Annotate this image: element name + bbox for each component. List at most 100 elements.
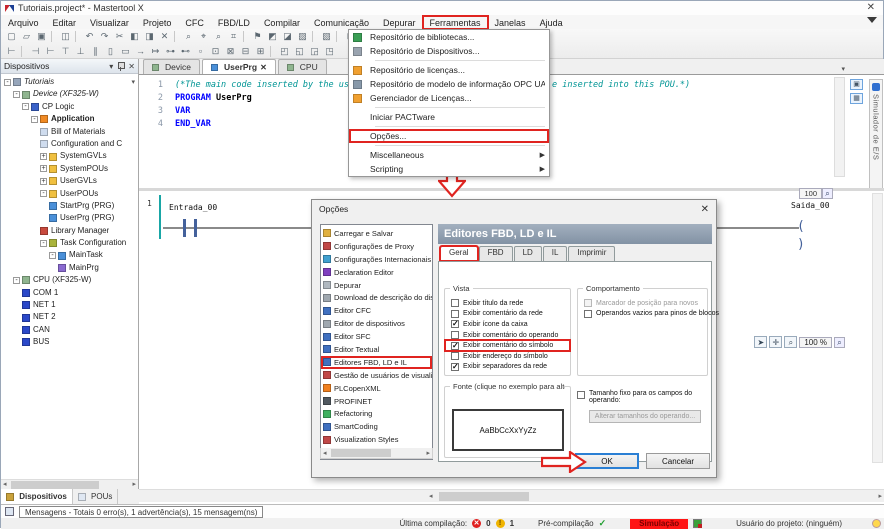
zoom-lens-icon[interactable]: ⌕ — [822, 188, 833, 199]
tab-pous[interactable]: POUs — [73, 489, 119, 504]
category-depurar[interactable]: Depurar — [321, 279, 432, 292]
zoom-tool-icon[interactable]: ⌕ — [784, 336, 797, 348]
scroll-thumb[interactable] — [439, 492, 529, 501]
reset-coil-icon[interactable]: ▭ — [118, 45, 133, 58]
option-exibir-comentario-do-simbolo[interactable]: ✓ Exibir comentário do símbolo — [445, 340, 570, 351]
messages-summary[interactable]: Mensagens - Totais 0 erro(s), 1 advertên… — [19, 506, 263, 518]
category-gestao-usuarios[interactable]: Gestão de usuários de visualização — [321, 369, 432, 382]
tree-expander[interactable]: + — [40, 153, 47, 160]
tree-item-userpous[interactable]: - UserPOUs — [1, 188, 138, 200]
tab-fbd[interactable]: FBD — [479, 246, 513, 261]
window-close-icon[interactable]: ✕ — [867, 2, 875, 13]
tree-item-tutoriais[interactable]: - Tutoriais — [1, 76, 138, 88]
editor-dropdown-icon[interactable]: ▾ — [841, 65, 845, 73]
tree-item-systemgvls[interactable]: + SystemGVLs — [1, 150, 138, 162]
option-exibir-endereco-do-simbolo[interactable]: ✓ Exibir endereço do símbolo — [445, 351, 570, 362]
checkbox[interactable]: ✓ — [451, 352, 459, 360]
coil-symbol[interactable]: ( ) — [797, 218, 815, 237]
menu-depurar[interactable]: Depurar — [376, 16, 423, 29]
tree-expander[interactable]: - — [4, 79, 11, 86]
contact-symbol[interactable] — [183, 219, 197, 237]
new-project-icon[interactable]: ▢ — [4, 30, 19, 43]
tree-expander[interactable]: + — [40, 165, 47, 172]
prev-bookmark-icon[interactable]: ◩ — [265, 30, 280, 43]
category-editores-fbd-ld-il[interactable]: Editores FBD, LD e IL — [321, 356, 432, 369]
tree-item-startprg[interactable]: StartPrg (PRG) — [1, 200, 138, 212]
category-plcopenxml[interactable]: PLCopenXML — [321, 382, 432, 395]
menu-item-repositorio-bibliotecas[interactable]: Repositório de bibliotecas... — [349, 30, 549, 44]
clear-bookmarks-icon[interactable]: ▨ — [295, 30, 310, 43]
toolbar-icon[interactable] — [51, 31, 56, 42]
category-carregar-e-salvar[interactable]: Carregar e Salvar — [321, 227, 432, 240]
zoom-fit-icon[interactable]: ⌕ — [834, 337, 845, 348]
menu-projeto[interactable]: Projeto — [136, 16, 179, 29]
dialog-close-icon[interactable]: ✕ — [701, 204, 709, 215]
tree-expander[interactable]: - — [49, 252, 56, 259]
category-editor-dispositivos[interactable]: Editor de dispositivos — [321, 317, 432, 330]
return-icon[interactable]: ↦ — [148, 45, 163, 58]
function-block-icon[interactable]: ⊠ — [223, 45, 238, 58]
tree-item-systempous[interactable]: + SystemPOUs — [1, 163, 138, 175]
checkbox[interactable]: ✓ — [451, 310, 459, 318]
scroll-right-icon[interactable]: ▸ — [426, 449, 430, 459]
view-mode-icon[interactable]: ▣ — [850, 79, 863, 90]
tree-item-net2[interactable]: NET 2 — [1, 311, 138, 323]
tree-item-userprg[interactable]: UserPrg (PRG) — [1, 212, 138, 224]
contact-icon[interactable]: ⊣ — [28, 45, 43, 58]
notifications-icon[interactable] — [872, 519, 881, 528]
menu-visualizar[interactable]: Visualizar — [83, 16, 136, 29]
find-next-icon[interactable]: ⌕ — [211, 30, 226, 43]
menu-arquivo[interactable]: Arquivo — [1, 16, 46, 29]
undo-icon[interactable]: ↶ — [82, 30, 97, 43]
category-configuracoes-internacionais[interactable]: Configurações Internacionais — [321, 253, 432, 266]
toolbar-icon[interactable] — [21, 46, 26, 57]
simulator-side-tab[interactable]: Simulador de E/S — [869, 79, 883, 204]
jump-icon[interactable]: → — [133, 45, 148, 58]
category-editor-sfc[interactable]: Editor SFC — [321, 330, 432, 343]
tree-item-maintask[interactable]: - MainTask — [1, 249, 138, 261]
redo-icon[interactable]: ↷ — [97, 30, 112, 43]
tree-item-usergvls[interactable]: + UserGVLs — [1, 175, 138, 187]
toolbar-icon[interactable] — [75, 31, 80, 42]
export-icon[interactable]: ▧ — [319, 30, 334, 43]
find-in-project-icon[interactable]: ⌗ — [226, 30, 241, 43]
delete-icon[interactable]: ✕ — [157, 30, 172, 43]
scroll-left-icon[interactable]: ◂ — [323, 449, 327, 459]
checkbox[interactable]: ✓ — [584, 310, 592, 318]
devices-hscrollbar[interactable]: ◂ ▸ — [1, 479, 138, 489]
option-exibir-separadores-da-rede[interactable]: ✓ Exibir separadores da rede — [445, 362, 570, 373]
pointer-tool-icon[interactable]: ➤ — [754, 336, 767, 348]
category-profinet[interactable]: PROFINET — [321, 395, 432, 408]
find-icon[interactable]: ⌕ — [181, 30, 196, 43]
save-icon[interactable]: ▣ — [34, 30, 49, 43]
set-coil-icon[interactable]: ▯ — [103, 45, 118, 58]
toolbar-icon[interactable] — [174, 31, 179, 42]
tree-item-application[interactable]: - Application — [1, 113, 138, 125]
category-declaration-editor[interactable]: Declaration Editor — [321, 266, 432, 279]
menu-item-opcoes[interactable]: Opções... — [349, 129, 549, 143]
toolbar-icon[interactable] — [336, 31, 341, 42]
option-exibir-comentario-do-operando[interactable]: ✓ Exibir comentário do operando — [445, 330, 570, 341]
menu-item-repositorio-opc-ua[interactable]: Repositório de modelo de informação OPC … — [349, 77, 549, 91]
st-zoom-value[interactable]: 100 — [799, 188, 822, 199]
menu-item-miscellaneous[interactable]: Miscellaneous ▶ — [349, 148, 549, 162]
menu-item-scripting[interactable]: Scripting ▶ — [349, 162, 549, 176]
tree-dropdown-icon[interactable]: ▾ — [131, 78, 135, 86]
category-refactoring[interactable]: Refactoring — [321, 407, 432, 420]
tree-expander[interactable]: - — [13, 277, 20, 284]
cancel-button[interactable]: Cancelar — [646, 453, 710, 469]
fixed-size-checkbox[interactable] — [577, 391, 585, 399]
find-replace-icon[interactable]: ⌖ — [196, 30, 211, 43]
toolbar-icon[interactable] — [270, 46, 275, 57]
category-smartcoding[interactable]: SmartCoding — [321, 420, 432, 433]
tree-expander[interactable]: + — [40, 178, 47, 185]
tree-expander[interactable]: - — [31, 116, 38, 123]
insert-box-icon[interactable]: ⊞ — [253, 45, 268, 58]
tab-geral[interactable]: Geral — [440, 246, 478, 261]
falling-edge-icon[interactable]: ⊷ — [178, 45, 193, 58]
tree-item-can[interactable]: CAN — [1, 324, 138, 336]
tree-item-cpu[interactable]: - CPU (XF325-W) — [1, 274, 138, 286]
category-list-hscrollbar[interactable]: ◂ ▸ — [320, 448, 433, 459]
menu-janelas[interactable]: Janelas — [488, 16, 533, 29]
category-editor-cfc[interactable]: Editor CFC — [321, 304, 432, 317]
